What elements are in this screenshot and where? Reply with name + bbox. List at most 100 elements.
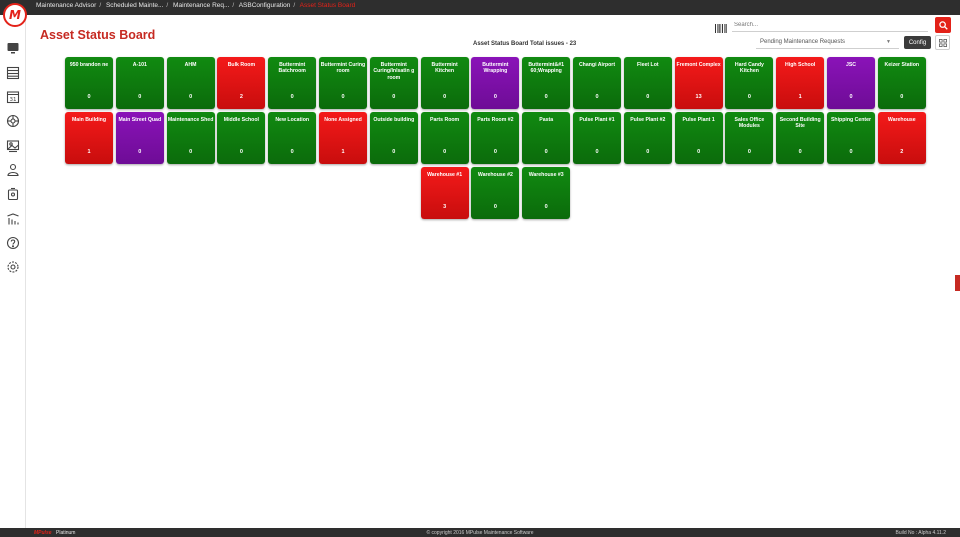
filter-dropdown[interactable]: Pending Maintenance Requests ▼	[756, 37, 899, 49]
asset-tile[interactable]: 950 brandon ne 0	[65, 57, 113, 109]
asset-tile[interactable]: Buttermint Batchroom 0	[268, 57, 317, 109]
gallery-icon[interactable]	[6, 139, 20, 153]
asset-tile-name: Second Building Site	[779, 117, 821, 130]
asset-tile[interactable]: Changi Airport 0	[573, 57, 621, 109]
help-icon[interactable]	[6, 236, 20, 250]
chevron-down-icon: ▼	[886, 39, 891, 45]
asset-tile-count: 2	[239, 94, 243, 100]
asset-tile[interactable]: Buttermint Curing room 0	[319, 57, 367, 109]
sidebar: 31	[0, 15, 26, 528]
asset-tile-name: Warehouse #3	[528, 172, 564, 178]
filter-selected: Pending Maintenance Requests	[760, 39, 846, 45]
footer-copyright: © copyright 2016 MPulse Maintenance Soft…	[426, 529, 534, 536]
asset-tile-name: A-101	[132, 62, 147, 68]
footer-build: Build No : Alpha 4.11.2	[895, 529, 947, 536]
breadcrumb-separator: /	[293, 2, 296, 9]
mpulse-logo[interactable]: M	[3, 3, 27, 27]
settings-icon[interactable]	[6, 260, 20, 274]
breadcrumb-item-scheduled-maintenance[interactable]: Scheduled Mainte...	[106, 2, 163, 9]
side-marker	[955, 275, 960, 291]
asset-tile-count: 0	[849, 94, 853, 100]
asset-tile[interactable]: Pulse Plant #1 0	[573, 112, 621, 164]
asset-tile[interactable]: Warehouse #1 3	[420, 167, 469, 219]
breadcrumb-item-asb-configuration[interactable]: ASBConfiguration	[239, 2, 291, 9]
asset-tile[interactable]: Parts Room 0	[420, 112, 469, 164]
asset-tile-name: Buttermint&#1 60;Wrapping	[528, 62, 565, 75]
asset-tile[interactable]: Buttermint Wrapping 0	[471, 57, 520, 109]
asset-tile[interactable]: Parts Room #2 0	[471, 112, 520, 164]
asset-tile-name: Fleet Lot	[636, 62, 659, 68]
asset-tile-count: 3	[443, 204, 447, 210]
asset-tile-count: 1	[341, 149, 345, 155]
asset-tile-name: Maintenance Shed	[167, 117, 214, 123]
asset-tile-name: Buttermint Kitchen	[431, 62, 458, 75]
list-icon[interactable]	[6, 66, 20, 80]
asset-tile[interactable]: Fleet Lot 0	[623, 57, 672, 109]
search-button[interactable]	[935, 17, 951, 33]
asset-tile-count: 1	[798, 94, 802, 100]
asset-tile-count: 0	[189, 149, 193, 155]
search-input[interactable]	[732, 18, 928, 32]
asset-tile[interactable]: New Location 0	[268, 112, 317, 164]
asset-tile[interactable]: High School 1	[776, 57, 825, 109]
asset-tile-name: Parts Room	[430, 117, 460, 123]
asset-tile-name: Bulk Room	[227, 62, 256, 68]
breadcrumb-item-maintenance-requests[interactable]: Maintenance Req...	[173, 2, 229, 9]
asset-tile[interactable]: Pulse Plant 1 0	[674, 112, 723, 164]
asset-tile[interactable]: Buttermint Curing/Inlsatin g room 0	[369, 57, 418, 109]
asset-tile-count: 0	[392, 149, 396, 155]
asset-tile[interactable]: Bulk Room 2	[217, 57, 266, 109]
asset-tile[interactable]: Middle School 0	[217, 112, 266, 164]
asset-tile-name: Pasta	[539, 117, 554, 123]
asset-tile[interactable]: None Assigned 1	[319, 112, 367, 164]
asset-tile[interactable]: AHM 0	[166, 57, 215, 109]
asset-tile-count: 0	[595, 94, 599, 100]
asset-tile[interactable]: Hard Candy Kitchen 0	[725, 57, 774, 109]
asset-tile[interactable]: Warehouse 2	[877, 112, 926, 164]
asset-tile-name: Sales Office Modules	[734, 117, 765, 130]
asset-tile-name: AHM	[184, 62, 197, 68]
breadcrumb-separator: /	[166, 2, 169, 9]
total-issues: Asset Status Board Total issues - 23	[473, 41, 577, 47]
asset-tile[interactable]: Fremont Complex 13	[674, 57, 723, 109]
grid-icon	[938, 38, 947, 47]
user-icon[interactable]	[6, 163, 20, 177]
asset-tile-name: Shipping Center	[830, 117, 872, 123]
reports-icon[interactable]	[6, 212, 20, 226]
asset-tile-count: 0	[290, 149, 294, 155]
asset-tile[interactable]: A-101 0	[115, 57, 164, 109]
asset-tile[interactable]: Maintenance Shed 0	[166, 112, 215, 164]
config-button[interactable]: Config	[904, 36, 931, 49]
asset-tile[interactable]: Second Building Site 0	[776, 112, 825, 164]
calendar-icon[interactable]: 31	[6, 90, 20, 104]
asset-tile[interactable]: JSC 0	[827, 57, 875, 109]
inventory-icon[interactable]	[6, 187, 20, 201]
asset-tile[interactable]: Keizer Station 0	[877, 57, 926, 109]
monitor-icon[interactable]	[6, 41, 20, 55]
breadcrumb-current: Asset Status Board	[299, 2, 356, 9]
asset-tile[interactable]: Pulse Plant #2 0	[623, 112, 672, 164]
grid-view-button[interactable]	[935, 35, 950, 50]
asset-tile-count: 0	[544, 149, 548, 155]
asset-tile[interactable]: Pasta 0	[522, 112, 571, 164]
asset-icon[interactable]	[6, 114, 20, 128]
asset-tile-count: 0	[493, 149, 497, 155]
breadcrumb-separator: /	[232, 2, 235, 9]
asset-tile[interactable]: Warehouse #2 0	[471, 167, 520, 219]
asset-tile[interactable]: Buttermint Kitchen 0	[420, 57, 469, 109]
asset-tile[interactable]: Sales Office Modules 0	[725, 112, 774, 164]
asset-tile[interactable]: Warehouse #3 0	[522, 167, 571, 219]
footer: MPulse Platinum © copyright 2016 MPulse …	[0, 528, 960, 537]
asset-tile-name: Warehouse #2	[477, 172, 513, 178]
logo-mark-icon: M	[9, 8, 21, 22]
asset-tile[interactable]: Buttermint&#1 60;Wrapping 0	[522, 57, 571, 109]
asset-tile-name: Outside building	[373, 117, 415, 123]
asset-tile[interactable]: Outside building 0	[369, 112, 418, 164]
asset-tile-name: Keizer Station	[884, 62, 920, 68]
breadcrumb-item-maintenance-advisor[interactable]: Maintenance Advisor	[36, 2, 96, 9]
asset-tile[interactable]: Main Street Quad 0	[115, 112, 164, 164]
asset-tile-name: Buttermint Wrapping	[482, 62, 509, 75]
barcode-icon[interactable]	[715, 20, 727, 33]
asset-tile[interactable]: Main Building 1	[65, 112, 113, 164]
asset-tile[interactable]: Shipping Center 0	[827, 112, 875, 164]
